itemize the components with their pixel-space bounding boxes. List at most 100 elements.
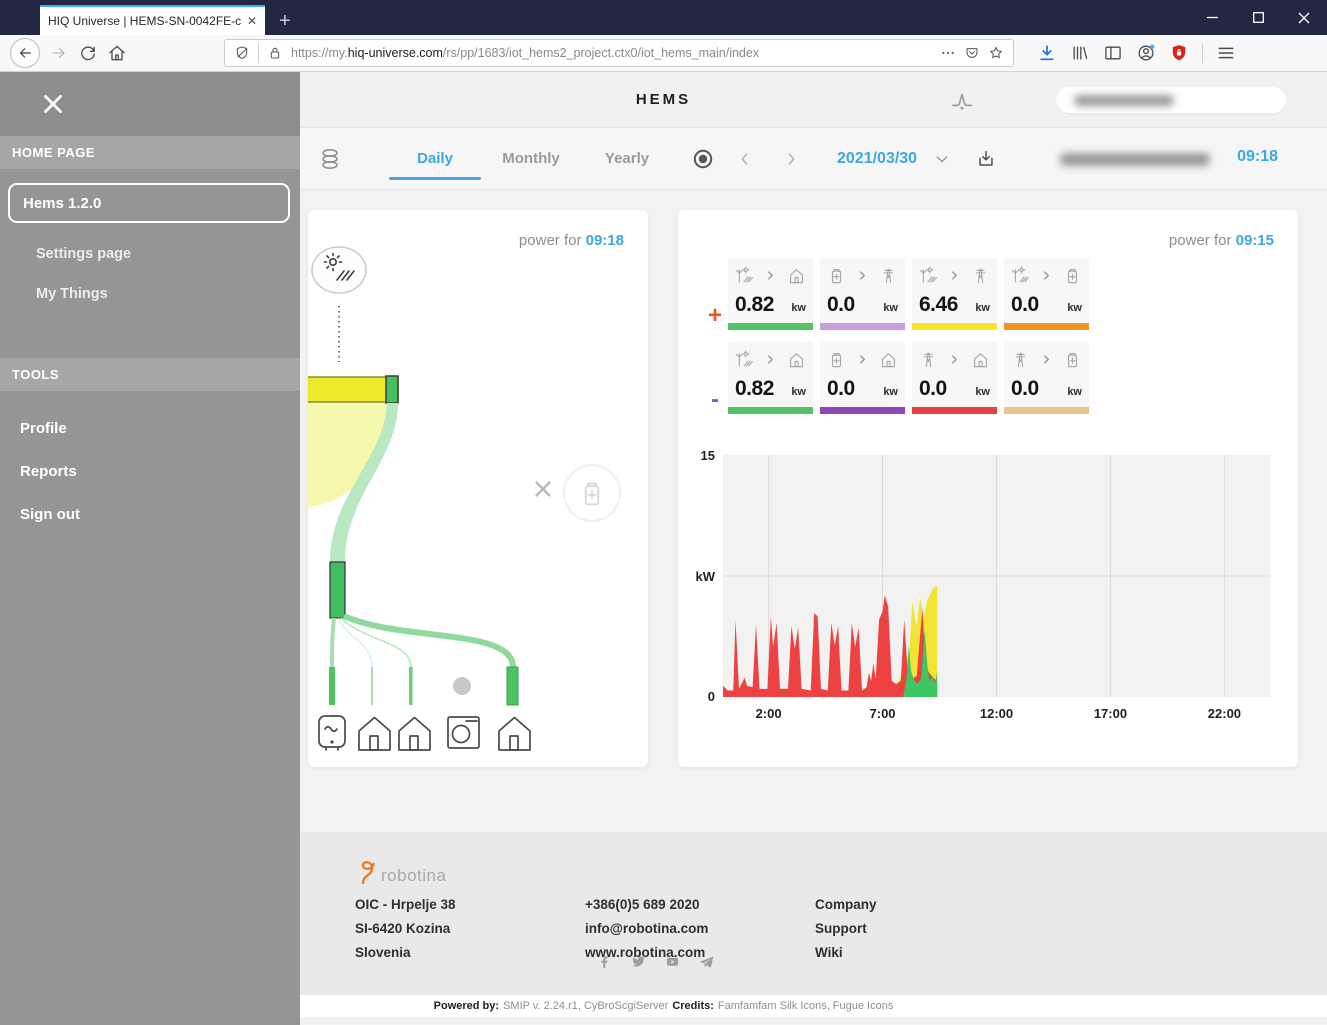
forward-button[interactable] xyxy=(49,43,69,63)
tab-yearly[interactable]: Yearly xyxy=(579,150,675,167)
grid-pylon-icon xyxy=(1011,350,1030,369)
footer-link-wiki[interactable]: Wiki xyxy=(815,944,1045,962)
events-bell-icon[interactable] xyxy=(948,87,976,113)
record-icon[interactable] xyxy=(691,147,715,171)
url-text[interactable]: https://my.hiq-universe.com/rs/pp/1683/i… xyxy=(291,46,932,60)
chevron-right-icon xyxy=(857,354,868,365)
sidebar-item-sign-out[interactable]: Sign out xyxy=(0,493,300,536)
sidebars-icon[interactable] xyxy=(1103,43,1123,63)
robotina-logo-icon xyxy=(355,854,379,886)
tab-close-icon[interactable]: ✕ xyxy=(247,14,257,28)
home-icon xyxy=(879,350,898,369)
tile-unit: kw xyxy=(975,302,990,314)
chevron-right-icon xyxy=(949,354,960,365)
minimize-button[interactable] xyxy=(1189,0,1235,35)
facebook-icon[interactable] xyxy=(597,954,612,969)
solar-icon xyxy=(1011,265,1030,285)
reload-button[interactable] xyxy=(78,43,98,63)
grid-pylon-icon xyxy=(879,266,898,285)
permissions-shield-icon[interactable] xyxy=(234,45,250,61)
credits-label: Credits: xyxy=(672,1000,714,1012)
house-icon xyxy=(398,716,431,751)
user-pill[interactable] xyxy=(1056,87,1286,113)
svg-text:12:00: 12:00 xyxy=(980,706,1013,721)
tile-solar-to-battery: 0.0 kw xyxy=(1004,258,1089,330)
remove-battery-icon[interactable] xyxy=(532,478,554,500)
back-button[interactable] xyxy=(10,38,40,68)
sidebar-item-hems[interactable]: Hems 1.2.0 xyxy=(8,183,290,223)
tab-title: HIQ Universe | HEMS-SN-0042FE-c3 xyxy=(48,14,241,28)
home-button[interactable] xyxy=(107,43,127,63)
svg-text:7:00: 7:00 xyxy=(870,706,896,721)
library-icon[interactable] xyxy=(1070,43,1090,63)
telegram-icon[interactable] xyxy=(699,954,714,969)
chevron-right-icon xyxy=(765,354,776,365)
menu-icon[interactable] xyxy=(1216,43,1236,63)
downloads-icon[interactable] xyxy=(1037,43,1057,63)
blurred-location xyxy=(1060,153,1210,166)
url-bar[interactable]: https://my.hiq-universe.com/rs/pp/1683/i… xyxy=(224,39,1014,67)
twitter-icon[interactable] xyxy=(631,954,646,969)
production-plus-sign: + xyxy=(708,302,723,329)
page-title: HEMS xyxy=(635,91,692,108)
credits-value: Famfamfam Silk Icons, Fugue Icons xyxy=(717,1000,894,1012)
account-icon[interactable] xyxy=(1136,43,1156,63)
chevron-right-icon xyxy=(949,270,960,281)
tile-value: 0.0 xyxy=(1011,377,1039,400)
tile-value: 0.0 xyxy=(827,293,855,316)
tile-grid-to-battery: 0.0 kw xyxy=(1004,342,1089,414)
toolbar-divider xyxy=(1202,43,1203,63)
date-picker[interactable]: 2021/03/30 xyxy=(837,150,917,168)
sidebar-item-my-things[interactable]: My Things xyxy=(0,274,300,314)
close-drawer-icon[interactable] xyxy=(40,91,66,117)
date-caret-icon[interactable] xyxy=(933,150,951,168)
browser-navbar: https://my.hiq-universe.com/rs/pp/1683/i… xyxy=(0,35,1327,72)
next-day-chevron-icon[interactable] xyxy=(783,149,799,169)
svg-text:22:00: 22:00 xyxy=(1208,706,1241,721)
solar-icon xyxy=(735,265,754,285)
social-icons xyxy=(597,954,714,969)
tile-unit: kw xyxy=(1067,302,1082,314)
pocket-icon[interactable] xyxy=(964,45,980,61)
sidebar-item-reports[interactable]: Reports xyxy=(0,450,300,493)
sidebar-item-profile[interactable]: Profile xyxy=(0,407,300,450)
new-tab-button[interactable]: + xyxy=(279,11,291,31)
export-download-icon[interactable] xyxy=(975,148,997,170)
home-icon xyxy=(787,350,806,369)
chevron-right-icon xyxy=(765,270,776,281)
tile-battery-to-home: 0.0 kw xyxy=(820,342,905,414)
protection-shield-icon[interactable] xyxy=(1169,43,1189,63)
tile-unit: kw xyxy=(975,386,990,398)
home-icon xyxy=(787,266,806,285)
grid-pylon-icon xyxy=(971,266,990,285)
washing-machine-icon xyxy=(447,716,480,749)
browser-toolbar-icons xyxy=(1037,43,1236,63)
battery-icon xyxy=(1063,266,1082,285)
prev-day-chevron-icon[interactable] xyxy=(737,149,753,169)
tab-daily[interactable]: Daily xyxy=(387,150,483,180)
left-power-label: power for 09:18 xyxy=(518,232,624,249)
add-battery-button[interactable] xyxy=(563,464,621,522)
page-actions-icon[interactable] xyxy=(940,45,956,61)
lock-icon[interactable] xyxy=(267,45,283,61)
footer-link-support[interactable]: Support xyxy=(815,920,1045,938)
footer-email-link[interactable]: info@robotina.com xyxy=(585,920,815,938)
footer-links: Company Support Wiki xyxy=(815,896,1045,968)
sidebar-hems-label: Hems 1.2.0 xyxy=(23,194,102,212)
browser-tab[interactable]: HIQ Universe | HEMS-SN-0042FE-c3 ✕ xyxy=(40,5,265,35)
youtube-icon[interactable] xyxy=(665,954,680,969)
footer-link-company[interactable]: Company xyxy=(815,896,1045,914)
tab-monthly[interactable]: Monthly xyxy=(483,150,579,167)
data-layers-icon[interactable] xyxy=(318,146,342,172)
tile-solar-to-home: 0.82 kw xyxy=(728,258,813,330)
home-icon xyxy=(971,350,990,369)
sidebar-item-settings-page[interactable]: Settings page xyxy=(0,234,300,274)
back-arrow-icon xyxy=(16,44,34,62)
tile-value: 0.0 xyxy=(919,377,947,400)
bookmark-star-icon[interactable] xyxy=(988,45,1004,61)
close-button[interactable] xyxy=(1281,0,1327,35)
svg-text:17:00: 17:00 xyxy=(1094,706,1127,721)
tile-battery-to-grid: 0.0 kw xyxy=(820,258,905,330)
maximize-button[interactable] xyxy=(1235,0,1281,35)
